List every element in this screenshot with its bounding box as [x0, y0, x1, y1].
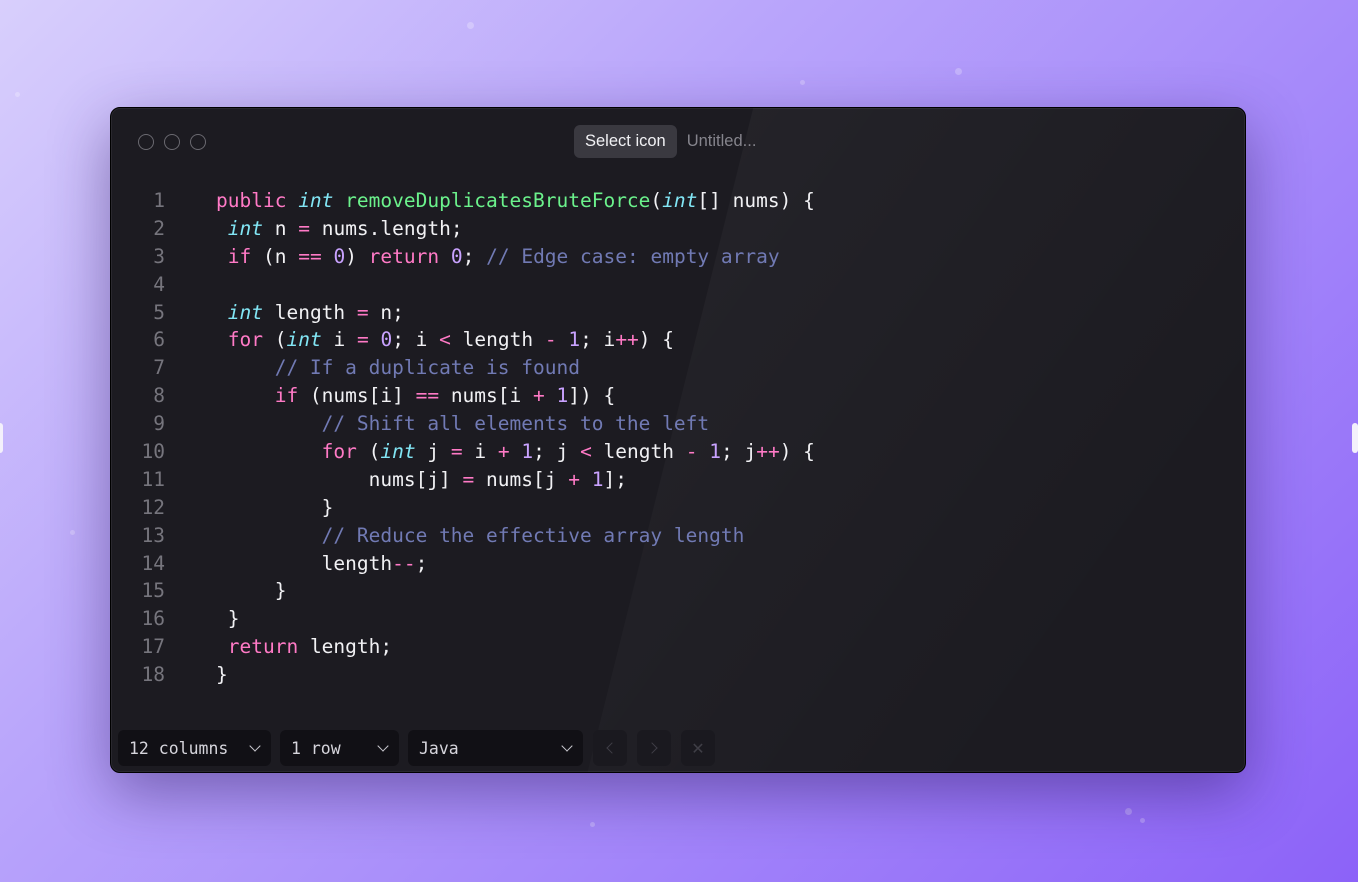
code-line: 2 int n = nums.length;: [111, 215, 1245, 243]
code-text: // Shift all elements to the left: [321, 412, 710, 436]
code-line: 1 public int removeDuplicatesBruteForce(i…: [111, 187, 1245, 215]
code-line: 16 }: [111, 605, 1245, 633]
window-minimize-icon[interactable]: [164, 134, 180, 150]
code-line: 17 return length;: [111, 633, 1245, 661]
code-line: 4: [111, 271, 1245, 299]
left-resize-handle[interactable]: [0, 423, 3, 453]
window-maximize-icon[interactable]: [190, 134, 206, 150]
line-number: 17: [141, 635, 165, 659]
chevron-down-icon: [249, 739, 261, 752]
line-number: 4: [153, 272, 165, 296]
code-text: if (nums[i] == nums[i + 1]) {: [274, 384, 616, 408]
line-number: 10: [141, 440, 165, 464]
rows-dropdown-label: 1 row: [291, 738, 341, 758]
chevron-down-icon: [377, 739, 389, 752]
line-number: 8: [153, 384, 165, 408]
bottom-toolbar: 12 columns 1 row Java ✕: [118, 730, 715, 766]
code-text: // Reduce the effective array length: [321, 523, 745, 547]
code-text: public int removeDuplicatesBruteForce(in…: [216, 189, 815, 212]
code-editor[interactable]: 1 public int removeDuplicatesBruteForce(i…: [111, 187, 1245, 689]
line-number: 18: [141, 663, 165, 687]
line-number: 16: [141, 607, 165, 631]
code-line: 9 // Shift all elements to the left: [111, 410, 1245, 438]
code-line: 8 if (nums[i] == nums[i + 1]) {: [111, 382, 1245, 410]
code-text: }: [216, 607, 240, 631]
code-line: 3 if (n == 0) return 0; // Edge case: em…: [111, 243, 1245, 271]
line-number: 7: [153, 356, 165, 380]
line-number: 9: [153, 412, 165, 436]
columns-dropdown-label: 12 columns: [129, 738, 229, 758]
window-controls: [138, 134, 206, 150]
chevron-down-icon: [561, 739, 573, 752]
line-number: 3: [153, 244, 165, 268]
line-number: 15: [141, 579, 165, 603]
code-text: return length;: [227, 635, 393, 659]
rows-dropdown[interactable]: 1 row: [280, 730, 399, 766]
code-line: 13 // Reduce the effective array length: [111, 522, 1245, 550]
code-text: int n = nums.length;: [227, 216, 463, 240]
code-line: 7 // If a duplicate is found: [111, 354, 1245, 382]
window-close-icon[interactable]: [138, 134, 154, 150]
code-text: }: [216, 495, 334, 519]
line-number: 12: [141, 495, 165, 519]
line-number: 2: [153, 216, 165, 240]
language-dropdown-label: Java: [419, 738, 459, 758]
code-line: 6 for (int i = 0; i < length - 1; i++) {: [111, 326, 1245, 354]
code-text: // If a duplicate is found: [274, 356, 580, 380]
chevron-right-icon: [646, 742, 658, 754]
title-bar: Select icon Untitled...: [574, 125, 756, 158]
code-line: 14 length--;: [111, 550, 1245, 578]
chevron-left-icon: [606, 742, 618, 754]
code-line: 5 int length = n;: [111, 299, 1245, 327]
line-number: 6: [153, 328, 165, 352]
close-icon: ✕: [691, 738, 705, 758]
code-text: length--;: [216, 551, 428, 575]
next-button[interactable]: [637, 730, 671, 766]
code-text: if (n == 0) return 0; // Edge case: empt…: [227, 244, 780, 268]
line-number: 1: [153, 189, 165, 212]
code-text: }: [216, 663, 228, 687]
code-line: 15 }: [111, 577, 1245, 605]
close-button[interactable]: ✕: [681, 730, 715, 766]
code-text: nums[j] = nums[j + 1];: [216, 467, 627, 491]
code-line: 11 nums[j] = nums[j + 1];: [111, 466, 1245, 494]
columns-dropdown[interactable]: 12 columns: [118, 730, 271, 766]
right-resize-handle[interactable]: [1352, 423, 1358, 453]
select-icon-button[interactable]: Select icon: [574, 125, 677, 158]
code-window: Select icon Untitled... 1 public int remo…: [110, 107, 1246, 773]
file-title[interactable]: Untitled...: [687, 132, 757, 151]
code-text: for (int j = i + 1; j < length - 1; j++)…: [321, 440, 815, 464]
code-text: for (int i = 0; i < length - 1; i++) {: [227, 328, 675, 352]
line-number: 14: [141, 551, 165, 575]
code-text: int length = n;: [227, 300, 404, 324]
code-text: }: [216, 579, 287, 603]
line-number: 11: [141, 467, 165, 491]
code-line: 12 }: [111, 494, 1245, 522]
code-line: 18}: [111, 661, 1245, 689]
line-number: 5: [153, 300, 165, 324]
line-number: 13: [141, 523, 165, 547]
code-line: 10 for (int j = i + 1; j < length - 1; j…: [111, 438, 1245, 466]
previous-button[interactable]: [593, 730, 627, 766]
language-dropdown[interactable]: Java: [408, 730, 583, 766]
